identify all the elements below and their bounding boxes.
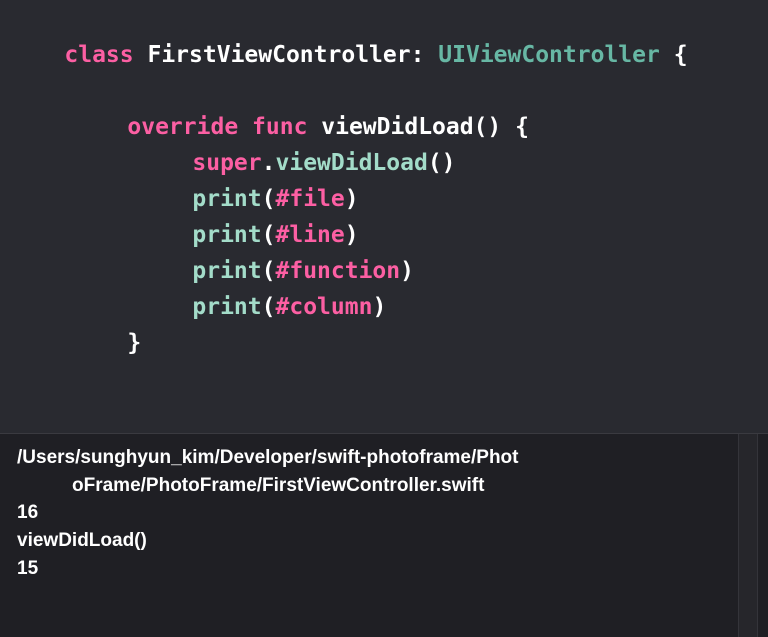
class-name: FirstViewController: (133, 42, 439, 68)
console-output-line: oFrame/PhotoFrame/FirstViewController.sw… (72, 475, 485, 496)
code-line-print-column[interactable]: print(#column) (137, 253, 386, 320)
close-paren: ) (372, 294, 387, 320)
console-side-strip (758, 434, 768, 637)
method-close-brace: } (127, 330, 142, 356)
superclass-name: UIViewController (438, 42, 660, 68)
code-line-print-function[interactable]: print(#function) (137, 217, 414, 284)
code-line-print-line[interactable]: print(#line) (137, 181, 358, 248)
close-paren: ) (400, 258, 414, 284)
console-output-area[interactable]: /Users/sunghyun_kim/Developer/swift-phot… (0, 434, 740, 637)
code-line-print-file[interactable]: print(#file) (137, 145, 358, 212)
code-line-method-declaration[interactable]: override func viewDidLoad() { (72, 73, 529, 140)
print-function: print (192, 294, 262, 320)
code-line-super-call[interactable]: super.viewDidLoad() (137, 109, 455, 176)
debug-console: /Users/sunghyun_kim/Developer/swift-phot… (0, 433, 768, 637)
console-output-line: /Users/sunghyun_kim/Developer/swift-phot… (17, 447, 519, 468)
open-paren: ( (261, 294, 276, 320)
keyword-class: class (64, 42, 134, 68)
code-editor[interactable]: class FirstViewController: UIViewControl… (0, 0, 768, 462)
console-output-line: 15 (17, 558, 39, 579)
code-line-class-close[interactable]: } (9, 395, 78, 462)
open-brace: { (659, 42, 688, 68)
literal-column: #column (275, 294, 373, 320)
code-line-class-declaration[interactable]: class FirstViewController: UIViewControl… (9, 1, 687, 68)
console-scrollbar[interactable] (738, 434, 758, 637)
call-parens: () (427, 150, 456, 176)
console-output-line: viewDidLoad() (17, 530, 147, 551)
console-output-line: 16 (17, 502, 39, 523)
code-line-method-close[interactable]: } (72, 289, 141, 356)
